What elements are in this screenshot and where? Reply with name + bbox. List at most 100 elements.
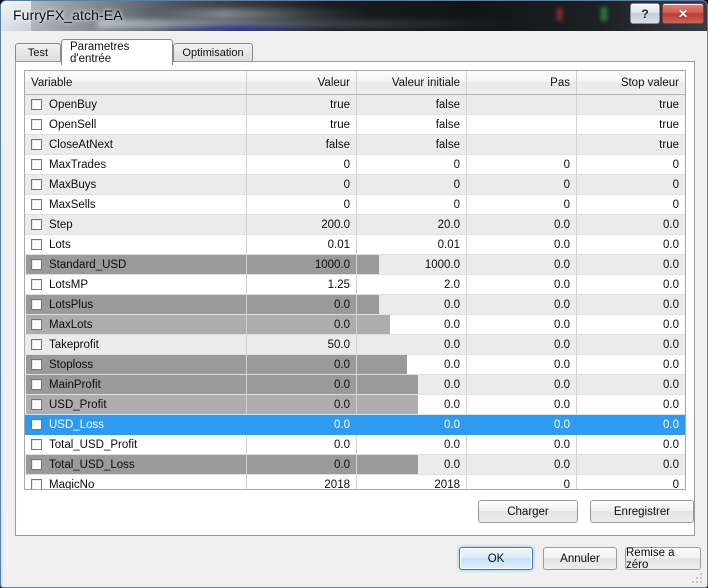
checkbox-icon[interactable] [31, 279, 42, 290]
table-row[interactable]: Lots0.010.010.00.0 [25, 235, 685, 255]
parameter-valeur-cell[interactable]: 200.0 [247, 215, 357, 235]
parameter-stop-cell[interactable]: true [577, 95, 685, 115]
parameter-name-cell[interactable]: LotsMP [25, 275, 247, 295]
parameter-valeur-cell[interactable]: true [247, 95, 357, 115]
parameter-name-cell[interactable]: Lots [25, 235, 247, 255]
parameter-pas-cell[interactable]: 0.0 [467, 335, 577, 355]
parameter-pas-cell[interactable]: 0.0 [467, 375, 577, 395]
parameter-stop-cell[interactable]: 0.0 [577, 375, 685, 395]
parameter-pas-cell[interactable]: 0.0 [467, 235, 577, 255]
table-row[interactable]: LotsMP1.252.00.00.0 [25, 275, 685, 295]
checkbox-icon[interactable] [31, 139, 42, 150]
parameter-initiale-cell[interactable]: 0.0 [357, 335, 467, 355]
checkbox-icon[interactable] [31, 119, 42, 130]
checkbox-icon[interactable] [31, 439, 42, 450]
table-row[interactable]: CloseAtNextfalsefalsetrue [25, 135, 685, 155]
parameter-initiale-cell[interactable]: 0 [357, 195, 467, 215]
checkbox-icon[interactable] [31, 99, 42, 110]
parameter-stop-cell[interactable]: 0 [577, 195, 685, 215]
tab-parametres-d-entr-e[interactable]: Parametres d'entrée [61, 39, 173, 65]
grid-column-header-variable[interactable]: Variable [25, 71, 247, 94]
table-row[interactable]: OpenSelltruefalsetrue [25, 115, 685, 135]
resize-grip-icon[interactable] [692, 573, 704, 585]
parameter-valeur-cell[interactable]: 50.0 [247, 335, 357, 355]
parameter-pas-cell[interactable]: 0 [467, 175, 577, 195]
help-button[interactable]: ? [630, 3, 660, 24]
parameter-pas-cell[interactable]: 0 [467, 195, 577, 215]
table-row[interactable]: MaxLots0.00.00.00.0 [25, 315, 685, 335]
parameter-name-cell[interactable]: OpenBuy [25, 95, 247, 115]
parameter-pas-cell[interactable]: 0.0 [467, 295, 577, 315]
cancel-button[interactable]: Annuler [543, 547, 617, 570]
parameter-initiale-cell[interactable]: 0.0 [357, 355, 467, 375]
checkbox-icon[interactable] [31, 339, 42, 350]
parameter-stop-cell[interactable]: 0 [577, 175, 685, 195]
parameter-pas-cell[interactable]: 0.0 [467, 395, 577, 415]
checkbox-icon[interactable] [31, 479, 42, 490]
table-row[interactable]: MaxSells0000 [25, 195, 685, 215]
parameter-valeur-cell[interactable]: 0 [247, 155, 357, 175]
table-row[interactable]: USD_Profit0.00.00.00.0 [25, 395, 685, 415]
parameter-name-cell[interactable]: Total_USD_Loss [25, 455, 247, 475]
parameter-name-cell[interactable]: MaxTrades [25, 155, 247, 175]
parameter-initiale-cell[interactable]: 0.0 [357, 315, 467, 335]
checkbox-icon[interactable] [31, 399, 42, 410]
parameter-name-cell[interactable]: MainProfit [25, 375, 247, 395]
parameter-name-cell[interactable]: Takeprofit [25, 335, 247, 355]
parameter-initiale-cell[interactable]: 0 [357, 175, 467, 195]
parameter-initiale-cell[interactable]: false [357, 95, 467, 115]
parameter-initiale-cell[interactable]: 0.0 [357, 295, 467, 315]
title-bar[interactable]: FurryFX_atch-EA ? ✕ [1, 1, 708, 31]
grid-column-header-pas[interactable]: Pas [467, 71, 577, 94]
checkbox-icon[interactable] [31, 459, 42, 470]
parameter-stop-cell[interactable]: 0.0 [577, 395, 685, 415]
parameter-valeur-cell[interactable]: 0.0 [247, 435, 357, 455]
parameter-valeur-cell[interactable]: 0.0 [247, 395, 357, 415]
table-row[interactable]: USD_Loss0.00.00.00.0 [25, 415, 685, 435]
parameter-valeur-cell[interactable]: 0.0 [247, 375, 357, 395]
save-button[interactable]: Enregistrer [590, 500, 694, 523]
checkbox-icon[interactable] [31, 359, 42, 370]
parameter-valeur-cell[interactable]: 0.0 [247, 315, 357, 335]
parameter-pas-cell[interactable]: 0.0 [467, 255, 577, 275]
parameter-initiale-cell[interactable]: 0.0 [357, 435, 467, 455]
parameter-pas-cell[interactable]: 0.0 [467, 435, 577, 455]
tab-optimisation[interactable]: Optimisation [173, 43, 253, 62]
parameter-stop-cell[interactable]: true [577, 135, 685, 155]
parameter-stop-cell[interactable]: 0.0 [577, 315, 685, 335]
parameter-pas-cell[interactable]: 0.0 [467, 215, 577, 235]
parameter-pas-cell[interactable]: 0.0 [467, 275, 577, 295]
parameter-valeur-cell[interactable]: 2018 [247, 475, 357, 490]
parameter-initiale-cell[interactable]: false [357, 135, 467, 155]
parameter-initiale-cell[interactable]: 0.01 [357, 235, 467, 255]
checkbox-icon[interactable] [31, 319, 42, 330]
parameter-valeur-cell[interactable]: true [247, 115, 357, 135]
grid-column-header-stop-valeur[interactable]: Stop valeur [577, 71, 685, 94]
table-row[interactable]: MaxBuys0000 [25, 175, 685, 195]
parameter-pas-cell[interactable]: 0.0 [467, 455, 577, 475]
checkbox-icon[interactable] [31, 199, 42, 210]
checkbox-icon[interactable] [31, 179, 42, 190]
parameter-valeur-cell[interactable]: 0 [247, 195, 357, 215]
checkbox-icon[interactable] [31, 259, 42, 270]
parameter-stop-cell[interactable]: 0.0 [577, 435, 685, 455]
parameter-stop-cell[interactable]: 0.0 [577, 215, 685, 235]
parameter-name-cell[interactable]: USD_Loss [25, 415, 247, 435]
parameter-pas-cell[interactable] [467, 115, 577, 135]
parameter-name-cell[interactable]: OpenSell [25, 115, 247, 135]
close-icon[interactable]: ✕ [662, 3, 704, 24]
parameter-stop-cell[interactable]: true [577, 115, 685, 135]
grid-column-header-valeur-initiale[interactable]: Valeur initiale [357, 71, 467, 94]
parameter-initiale-cell[interactable]: 0.0 [357, 395, 467, 415]
parameter-name-cell[interactable]: LotsPlus [25, 295, 247, 315]
parameter-initiale-cell[interactable]: 1000.0 [357, 255, 467, 275]
parameter-pas-cell[interactable] [467, 95, 577, 115]
checkbox-icon[interactable] [31, 379, 42, 390]
grid-column-header-valeur[interactable]: Valeur [247, 71, 357, 94]
table-row[interactable]: OpenBuytruefalsetrue [25, 95, 685, 115]
tab-test[interactable]: Test [15, 43, 61, 62]
reset-button[interactable]: Remise a zéro [625, 547, 701, 570]
parameter-name-cell[interactable]: USD_Profit [25, 395, 247, 415]
parameter-name-cell[interactable]: CloseAtNext [25, 135, 247, 155]
parameter-stop-cell[interactable]: 0.0 [577, 235, 685, 255]
